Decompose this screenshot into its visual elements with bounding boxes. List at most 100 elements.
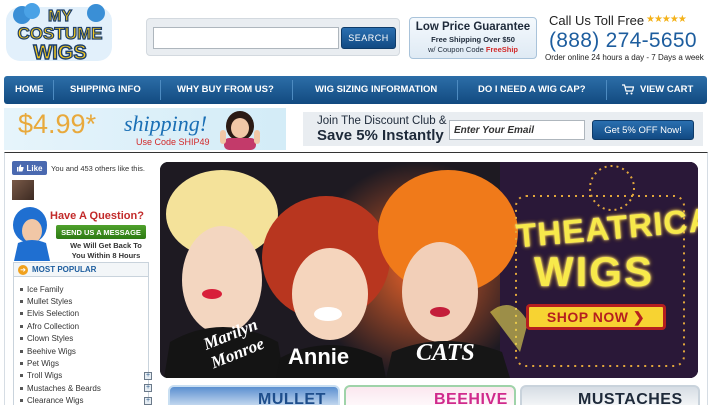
guarantee-coupon-prefix: w/ Coupon Code bbox=[427, 45, 486, 54]
bullet-icon bbox=[20, 362, 23, 366]
most-popular-title: MOST POPULAR bbox=[32, 265, 97, 274]
expand-plus-icon[interactable]: + bbox=[144, 371, 152, 380]
facebook-like-button[interactable]: Like bbox=[12, 161, 47, 175]
discount-line2: Save 5% Instantly bbox=[317, 127, 444, 144]
most-popular-header: ➜ MOST POPULAR bbox=[14, 263, 148, 277]
site-logo[interactable]: MY COSTUME WIGS bbox=[4, 3, 116, 65]
bullet-icon bbox=[20, 349, 23, 353]
site-header: MY COSTUME WIGS SEARCH Low Price Guarant… bbox=[0, 0, 720, 72]
bullet-icon bbox=[20, 374, 23, 378]
list-item-label: Clown Styles bbox=[27, 334, 74, 344]
bullet-icon bbox=[20, 287, 23, 291]
rating-stars-icon: ★★★★★ bbox=[646, 14, 687, 25]
list-item[interactable]: Pet Wigs bbox=[20, 357, 148, 369]
hero-banner[interactable]: THEATRICAL WIGS SHOP NOW ❯ Marilyn Monroe… bbox=[160, 162, 698, 378]
list-item-label: Mullet Styles bbox=[27, 297, 73, 307]
guarantee-coupon-code: FreeShip bbox=[485, 45, 519, 54]
tile-label: BEEHIVE bbox=[434, 391, 508, 405]
like-count-text: You and 453 others like this. bbox=[51, 164, 145, 173]
category-tile-beehive[interactable]: BEEHIVE bbox=[344, 385, 516, 405]
question-response-time: We Will Get Back To You Within 8 Hours bbox=[63, 241, 149, 261]
list-item-label: Mustaches & Beards bbox=[27, 383, 101, 393]
have-a-question[interactable]: Have A Question? SEND US A MESSAGE We Wi… bbox=[12, 207, 148, 261]
shipping-price: $4.99* bbox=[18, 109, 97, 139]
bullet-icon bbox=[20, 386, 23, 390]
shipping-model-photo bbox=[220, 111, 260, 150]
discount-line1: Join The Discount Club & bbox=[317, 115, 447, 127]
most-popular-list: Ice Family Mullet Styles Elvis Selection… bbox=[14, 277, 152, 405]
list-item[interactable]: Ice Family bbox=[20, 283, 148, 295]
main-nav: HOME SHIPPING INFO WHY BUY FROM US? WIG … bbox=[4, 76, 707, 104]
guarantee-free-shipping: Free Shipping Over $50 bbox=[431, 35, 515, 44]
most-popular-panel: ➜ MOST POPULAR Ice Family Mullet Styles … bbox=[13, 262, 152, 405]
discount-club: Join The Discount Club & Save 5% Instant… bbox=[303, 112, 703, 146]
shop-now-button[interactable]: SHOP NOW ❯ bbox=[526, 304, 666, 330]
expand-plus-icon[interactable]: + bbox=[144, 384, 152, 393]
cart-icon[interactable] bbox=[622, 84, 634, 95]
guarantee-coupon: w/ Coupon Code FreeShip bbox=[410, 45, 536, 54]
thumbs-up-icon bbox=[17, 164, 25, 172]
nav-wig-sizing[interactable]: WIG SIZING INFORMATION bbox=[315, 84, 437, 95]
bullet-icon bbox=[20, 337, 23, 341]
nav-divider bbox=[160, 80, 161, 100]
list-item[interactable]: Mullet Styles bbox=[20, 295, 148, 307]
response-line1: We Will Get Back To bbox=[70, 241, 142, 250]
list-item[interactable]: Troll Wigs + bbox=[20, 370, 152, 382]
nav-divider bbox=[292, 80, 293, 100]
response-line2: You Within 8 Hours bbox=[71, 250, 141, 260]
nav-shipping-info[interactable]: SHIPPING INFO bbox=[70, 84, 141, 95]
bullet-icon bbox=[20, 312, 23, 316]
send-message-button[interactable]: SEND US A MESSAGE bbox=[56, 225, 146, 239]
list-item[interactable]: Mustaches & Beards + bbox=[20, 382, 152, 394]
hero-label-annie: Annie bbox=[288, 344, 350, 369]
hero-title-line2: WIGS bbox=[534, 248, 654, 295]
nav-why-buy[interactable]: WHY BUY FROM US? bbox=[177, 84, 274, 95]
email-field[interactable] bbox=[449, 120, 585, 140]
shipping-word: shipping! bbox=[124, 111, 208, 136]
list-item[interactable]: Clown Styles bbox=[20, 333, 148, 345]
nav-divider bbox=[457, 80, 458, 100]
list-item[interactable]: Elvis Selection bbox=[20, 308, 148, 320]
phone-number[interactable]: (888) 274-5650 bbox=[549, 29, 697, 53]
low-price-guarantee[interactable]: Low Price Guarantee Free Shipping Over $… bbox=[409, 17, 537, 59]
list-item[interactable]: Beehive Wigs bbox=[20, 345, 148, 357]
get-discount-button[interactable]: Get 5% OFF Now! bbox=[592, 120, 694, 140]
shipping-promo-banner[interactable]: $4.99* shipping! Use Code SHIP49 bbox=[4, 108, 286, 150]
nav-divider bbox=[53, 80, 54, 100]
logo-text-wigs: WIGS bbox=[33, 42, 86, 64]
shipping-code: Use Code SHIP49 bbox=[136, 137, 210, 147]
search-input[interactable] bbox=[153, 27, 339, 49]
list-item-label: Clearance Wigs bbox=[27, 396, 84, 405]
search-bar: SEARCH bbox=[146, 18, 400, 56]
avatar[interactable] bbox=[12, 180, 34, 200]
page: MY COSTUME WIGS SEARCH Low Price Guarant… bbox=[0, 0, 720, 405]
shop-now-label: SHOP NOW bbox=[546, 309, 629, 325]
expand-plus-icon[interactable]: + bbox=[144, 396, 152, 405]
nav-view-cart[interactable]: VIEW CART bbox=[640, 84, 693, 95]
category-tile-mullet[interactable]: MULLET bbox=[168, 385, 340, 405]
list-item-label: Troll Wigs bbox=[27, 371, 63, 381]
list-item-label: Beehive Wigs bbox=[27, 346, 76, 356]
list-item[interactable]: Clearance Wigs + bbox=[20, 395, 152, 405]
question-title: Have A Question? bbox=[50, 210, 144, 222]
phone-label: Call Us Toll Free bbox=[549, 13, 645, 28]
list-item-label: Ice Family bbox=[27, 284, 64, 294]
nav-home[interactable]: HOME bbox=[15, 84, 44, 95]
tile-label: MULLET bbox=[258, 391, 326, 405]
list-item[interactable]: Afro Collection bbox=[20, 320, 148, 332]
logo-graphic: MY COSTUME WIGS bbox=[6, 3, 112, 65]
category-tile-mustaches[interactable]: MUSTACHES bbox=[520, 385, 700, 405]
list-item-label: Pet Wigs bbox=[27, 359, 60, 369]
guarantee-title: Low Price Guarantee bbox=[415, 21, 531, 33]
bullet-icon bbox=[20, 399, 23, 403]
list-item-label: Afro Collection bbox=[27, 321, 80, 331]
logo-text-costume: COSTUME bbox=[18, 24, 103, 43]
logo-text-my: MY bbox=[48, 8, 72, 25]
arrow-right-icon: ➜ bbox=[18, 264, 28, 275]
chevron-right-icon: ❯ bbox=[628, 308, 646, 325]
list-item-label: Elvis Selection bbox=[27, 309, 80, 319]
nav-wig-cap[interactable]: DO I NEED A WIG CAP? bbox=[478, 84, 586, 95]
tile-label: MUSTACHES bbox=[578, 391, 683, 405]
search-button[interactable]: SEARCH bbox=[341, 27, 396, 49]
like-label: Like bbox=[26, 163, 43, 173]
